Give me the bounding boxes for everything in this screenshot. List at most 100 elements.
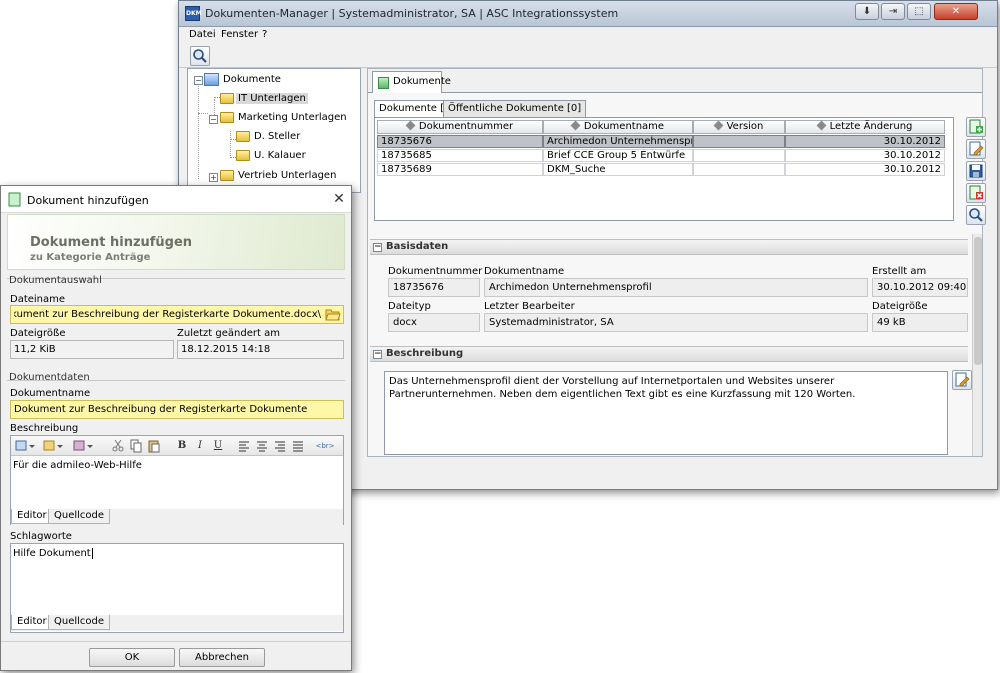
collapse-icon[interactable]: − xyxy=(194,76,203,85)
document-icon xyxy=(8,192,21,207)
minimize-button[interactable]: ⬇ xyxy=(855,3,879,20)
table-cell xyxy=(693,135,785,148)
folder-icon xyxy=(220,169,234,181)
menu-help[interactable]: ? xyxy=(262,29,267,40)
editor-toolbar: B I U <br> xyxy=(11,436,343,456)
align-right-button[interactable] xyxy=(273,439,287,453)
font-color-dropdown[interactable] xyxy=(43,439,65,453)
underline-button[interactable]: U xyxy=(211,439,225,453)
table-cell: 30.10.2012 xyxy=(785,135,945,148)
table-cell xyxy=(693,149,785,162)
table-cell: DKM_Suche xyxy=(543,163,693,176)
document-name-field[interactable]: Dokument zur Beschreibung der Registerka… xyxy=(10,400,344,419)
copy-button[interactable] xyxy=(129,439,143,453)
menu-bar: Datei Fenster ? xyxy=(179,28,997,44)
background-color-dropdown[interactable] xyxy=(73,439,95,453)
search-document-button[interactable] xyxy=(966,205,986,225)
table-cell: 18735676 xyxy=(377,135,543,148)
collapse-icon: − xyxy=(373,349,382,359)
collapse-icon[interactable]: − xyxy=(209,115,218,124)
tab-quellcode[interactable]: Quellcode xyxy=(48,509,111,524)
dialog-title: Dokument hinzufügen xyxy=(27,194,149,207)
column-header[interactable]: Dokumentname xyxy=(543,120,693,134)
cut-button[interactable] xyxy=(111,439,125,453)
maximize-button[interactable]: ⬚ xyxy=(907,3,931,20)
description-input[interactable]: Für die admileo-Web-Hilfe xyxy=(13,460,142,471)
paragraph-style-icon xyxy=(15,440,35,451)
section-beschreibung[interactable]: − Beschreibung xyxy=(370,346,968,362)
menu-datei[interactable]: Datei xyxy=(189,29,216,40)
ok-button[interactable]: OK xyxy=(89,648,175,667)
font-color-icon xyxy=(43,440,63,451)
sort-icon xyxy=(405,120,416,131)
cancel-button[interactable]: Abbrechen xyxy=(179,648,265,667)
label-geaendert: Zuletzt geändert am xyxy=(177,328,280,339)
expand-icon[interactable]: + xyxy=(209,173,218,182)
documents-table: Dokumentnummer Dokumentname Version Letz… xyxy=(374,117,954,221)
column-header[interactable]: Dokumentnummer xyxy=(377,120,543,134)
tree-node-vertrieb[interactable]: Vertrieb Unterlagen xyxy=(220,168,338,184)
column-header[interactable]: Letzte Änderung xyxy=(785,120,945,134)
tree-node-marketing[interactable]: Marketing Unterlagen xyxy=(220,110,349,126)
folder-icon xyxy=(236,130,250,142)
filename-field[interactable]: \Desktop\Dokument zur Beschreibung der R… xyxy=(10,305,344,324)
scrollbar-thumb[interactable] xyxy=(974,237,982,365)
folder-stack-icon xyxy=(204,72,219,86)
tab-editor[interactable]: Editor xyxy=(11,615,53,630)
column-header[interactable]: Version xyxy=(693,120,785,134)
label-dateiname: Dateiname xyxy=(10,294,66,305)
tree-node-u-kalauer[interactable]: U. Kalauer xyxy=(236,148,308,164)
justify-button[interactable] xyxy=(291,439,305,453)
vertical-scrollbar[interactable] xyxy=(972,234,982,456)
tree-node-d-steller[interactable]: D. Steller xyxy=(236,129,302,145)
align-center-button[interactable] xyxy=(255,439,269,453)
tab-editor[interactable]: Editor xyxy=(11,509,53,524)
folder-icon xyxy=(220,92,234,104)
value-bearbeiter: Systemadministrator, SA xyxy=(484,313,868,332)
tree-node-dokumente[interactable]: Dokumente xyxy=(204,72,283,88)
label-dateigroesse: Dateigröße xyxy=(10,328,66,339)
table-cell: 18735685 xyxy=(377,149,543,162)
description-text: Das Unternehmensprofil dient der Vorstel… xyxy=(384,371,948,455)
restore-button[interactable]: ⇥ xyxy=(881,3,905,20)
menu-fenster[interactable]: Fenster xyxy=(221,29,258,40)
bold-button[interactable]: B xyxy=(175,439,189,453)
filesize-field: 11,2 KiB xyxy=(10,340,174,359)
tab-dokumente[interactable]: Dokumente xyxy=(372,71,451,93)
paste-button[interactable] xyxy=(147,439,161,453)
label-dateityp: Dateityp xyxy=(388,301,431,312)
section-basisdaten[interactable]: − Basisdaten xyxy=(370,239,968,255)
dialog-banner: Dokument hinzufügen zu Kategorie Anträge xyxy=(7,214,345,270)
line-break-button[interactable]: <br> xyxy=(315,439,335,453)
search-icon xyxy=(969,208,983,222)
edit-description-button[interactable] xyxy=(952,370,972,390)
content-pane: Dokumente Dokumente [3] Öffentliche Doku… xyxy=(367,68,986,457)
tab-quellcode[interactable]: Quellcode xyxy=(48,615,111,630)
edit-document-button[interactable] xyxy=(966,139,986,159)
delete-document-button[interactable] xyxy=(966,183,986,203)
group-title-dokumentdaten: Dokumentdaten xyxy=(9,372,90,383)
tree-node-it-unterlagen[interactable]: IT Unterlagen xyxy=(220,91,308,107)
editor-tabs: Editor Quellcode xyxy=(11,509,343,525)
tab-oeffentliche-dokumente[interactable]: Öffentliche Dokumente [0] xyxy=(443,100,587,117)
italic-button[interactable]: I xyxy=(193,439,207,453)
main-toolbar xyxy=(179,44,997,68)
search-button[interactable] xyxy=(190,46,210,66)
category-tree[interactable]: − Dokumente IT Unterlagen − Marketing Un… xyxy=(187,68,361,193)
paste-icon xyxy=(148,440,160,453)
add-document-button[interactable] xyxy=(966,117,986,137)
app-icon: DKM xyxy=(185,6,202,21)
style-dropdown[interactable] xyxy=(15,439,37,453)
label-dokumentname: Dokumentname xyxy=(10,388,91,399)
open-folder-icon[interactable] xyxy=(325,308,341,321)
close-icon[interactable]: ✕ xyxy=(331,191,347,207)
align-left-button[interactable] xyxy=(237,439,251,453)
close-button[interactable]: ✕ xyxy=(934,3,978,20)
save-document-button[interactable] xyxy=(966,161,986,181)
save-icon xyxy=(969,164,983,178)
add-document-dialog: Dokument hinzufügen ✕ Dokument hinzufüge… xyxy=(0,185,352,671)
group-title-dokumentauswahl: Dokumentauswahl xyxy=(9,275,102,286)
description-editor: B I U <br> Für die admileo-Web-Hilfe Edi… xyxy=(10,435,344,525)
justify-icon xyxy=(293,441,303,452)
keywords-input[interactable]: Hilfe Dokument xyxy=(13,548,93,559)
